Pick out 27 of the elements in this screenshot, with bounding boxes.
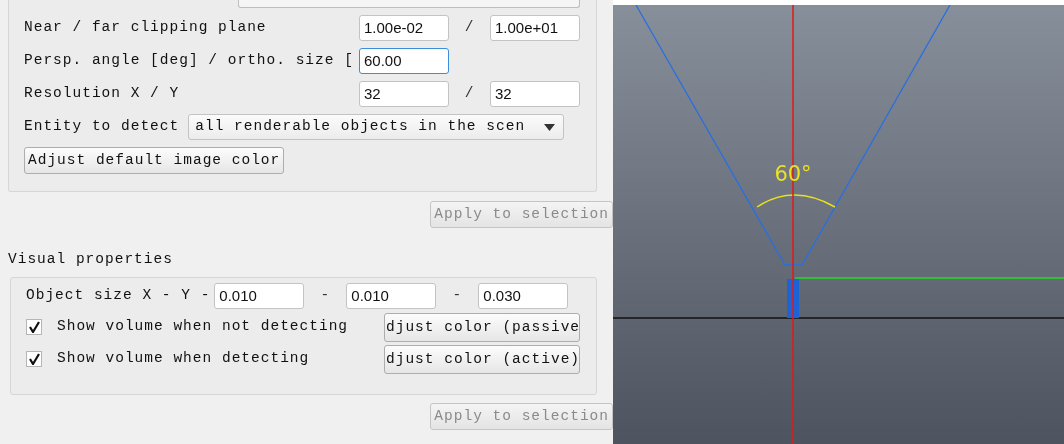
caret-icon: [544, 123, 556, 131]
separator: -: [319, 286, 332, 306]
field-label: Entity to detect: [24, 117, 180, 137]
adjust-color-button[interactable]: djust color (passive: [384, 312, 580, 342]
field-label: Object size X - Y -: [26, 286, 211, 306]
input-field[interactable]: 60.00: [359, 48, 449, 74]
separator: -: [451, 286, 464, 306]
adjust-color-button[interactable]: Adjust default image color: [24, 146, 285, 174]
input-field[interactable]: 32: [359, 81, 449, 107]
section-title: Visual properties: [8, 251, 173, 267]
field-label: Resolution X / Y: [24, 84, 181, 104]
checkbox[interactable]: [26, 351, 42, 367]
input-field[interactable]: 0.010: [214, 283, 305, 309]
separator: /: [463, 18, 476, 38]
input-field[interactable]: 0.010: [346, 283, 437, 309]
checkbox-label: Show volume when detecting: [57, 349, 311, 369]
separator: /: [463, 84, 476, 104]
checkbox-label: Show volume when not detecting: [57, 317, 350, 337]
input-field[interactable]: 1.00e-02: [359, 15, 449, 41]
field-label: Persp. angle [deg] / ortho. size [: [24, 51, 355, 71]
checkbox[interactable]: [26, 319, 42, 335]
input-field[interactable]: 32: [490, 81, 580, 107]
dropdown[interactable]: all renderable objects in the scen: [188, 114, 565, 140]
input-field[interactable]: 0.030: [478, 283, 569, 309]
adjust-color-button[interactable]: djust color (active): [384, 344, 580, 374]
field-label: Near / far clipping plane: [24, 18, 268, 38]
input-field[interactable]: 1.00e+01: [490, 15, 580, 41]
